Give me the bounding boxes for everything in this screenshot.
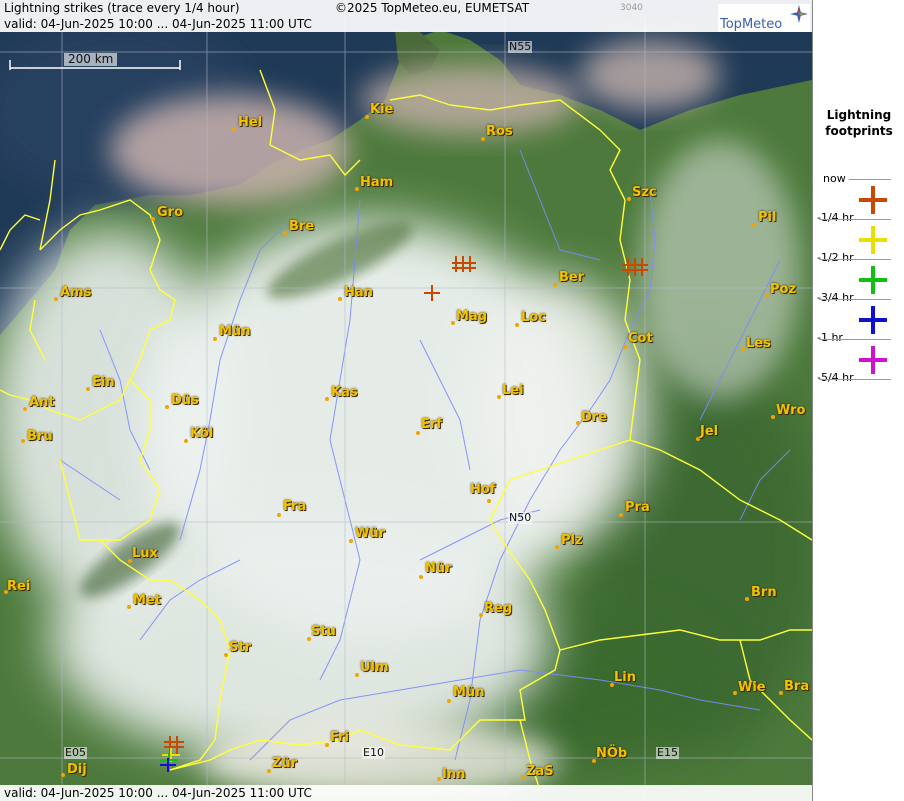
city-label-linz: Lin [614, 670, 636, 685]
scale-bar-label: 200 km [64, 53, 118, 66]
city-label-dijon: Dij [67, 762, 87, 777]
legend-cross-quarter-icon [859, 226, 887, 254]
city-label-wroclaw: Wro [776, 403, 806, 418]
city-label-plzen: Plz [561, 533, 583, 548]
city-label-regensburg: Reg [484, 601, 513, 616]
grid-label-e05: E05 [64, 746, 87, 759]
city-label-ulm: Ulm [360, 660, 389, 675]
valid-bar-top: valid: 04-Jun-2025 10:00 ... 04-Jun-2025… [0, 16, 812, 32]
legend-cross-now-icon [859, 186, 887, 214]
city-label-erfurt: Erf [421, 417, 442, 432]
city-label-bremen: Bre [289, 219, 315, 234]
cloud-pink-3 [580, 40, 720, 110]
legend-title-line2: footprints [825, 124, 893, 138]
city-label-zas: ZaS [526, 764, 554, 779]
grid-label-n50: N50 [508, 511, 533, 524]
valid-time-bottom: valid: 04-Jun-2025 10:00 ... 04-Jun-2025… [4, 786, 312, 800]
copyright: ©2025 TopMeteo.eu, EUMETSAT [335, 1, 530, 15]
city-label-helgoland: Hel [238, 115, 263, 130]
city-label-szczecin: Szc [632, 185, 657, 200]
city-label-metz: Met [133, 593, 161, 608]
grid-label-e10: E10 [362, 746, 385, 759]
city-label-bruxelles: Bru [27, 429, 53, 444]
city-label-amsterdam: Ams [60, 285, 92, 300]
legend-label-quarter: -1/4 hr [817, 211, 854, 224]
city-label-koeln: Köl [190, 426, 214, 441]
map-code: 3040 [620, 3, 643, 13]
city-label-stuttgart: Stu [311, 624, 336, 639]
legend-title-line1: Lightning [826, 108, 892, 122]
brand-logo[interactable]: TopMeteo [718, 4, 810, 32]
valid-bar-bottom: valid: 04-Jun-2025 10:00 ... 04-Jun-2025… [0, 785, 812, 801]
city-label-brno: Brn [751, 585, 777, 600]
city-label-luxembourg: Lux [132, 546, 158, 561]
city-label-duesseldorf: Düs [171, 393, 199, 408]
brand-name: TopMeteo [720, 17, 783, 32]
city-label-magdeburg: Mag [456, 309, 488, 324]
city-label-strasbourg: Str [229, 640, 251, 655]
map-title: Lightning strikes (trace every 1/4 hour) [4, 1, 240, 15]
city-label-frankfurt: Fra [283, 499, 307, 514]
city-label-praha: Pra [625, 500, 650, 515]
city-label-nuernberg: Nür [425, 561, 452, 576]
city-label-pila: Pil [758, 210, 777, 225]
legend-label-five-quarter: -5/4 hr [817, 371, 854, 384]
legend-cross-half-icon [859, 266, 887, 294]
city-label-groningen: Gro [157, 205, 184, 220]
grid-label-n55: N55 [508, 40, 533, 53]
city-label-leszno: Les [746, 336, 771, 351]
city-label-cottbus: Cot [628, 331, 653, 346]
city-label-muenster: Mün [219, 324, 251, 339]
legend-cross-three-quarter-icon [859, 306, 887, 334]
city-label-friedrichshafen: Fri [330, 730, 349, 745]
legend-cross-one-hour-icon [859, 346, 887, 374]
city-label-hannover: Han [344, 285, 373, 300]
city-label-poznan: Poz [770, 282, 797, 297]
city-label-eindhoven: Ein [92, 375, 115, 390]
city-label-antwerp: Ant [29, 395, 55, 410]
legend-label-now: now [823, 172, 846, 185]
city-label-innsbruck: Inn [442, 767, 466, 782]
city-label-reims: Rei [7, 579, 31, 594]
legend-label-one-hour: -1 hr [817, 331, 843, 344]
legend-label-three-quarter: -3/4 hr [817, 291, 854, 304]
cloud-mass-east [470, 280, 650, 540]
city-label-noeb: NÖb [596, 746, 628, 761]
cloud-pink-1 [110, 95, 350, 205]
city-label-wien: Wie [738, 680, 766, 695]
city-label-hamburg: Ham [360, 175, 394, 190]
city-label-dresden: Dre [581, 410, 608, 425]
city-label-bratislava: Bra [784, 679, 810, 694]
city-label-rostock: Ros [486, 124, 513, 139]
city-label-kiel: Kie [370, 102, 394, 117]
map-canvas [0, 0, 812, 801]
valid-time-top: valid: 04-Jun-2025 10:00 ... 04-Jun-2025… [4, 17, 312, 31]
city-label-leipzig: Lei [502, 383, 524, 398]
header-bar: Lightning strikes (trace every 1/4 hour)… [0, 0, 812, 16]
city-label-zuerich: Zür [272, 756, 298, 771]
city-label-jelenia: Jel [700, 424, 719, 439]
city-label-muenchen: Mün [453, 685, 485, 700]
city-label-hof: Hof [470, 482, 496, 497]
satellite-map[interactable]: Lightning strikes (trace every 1/4 hour)… [0, 0, 812, 801]
city-label-loc: Loc [521, 310, 546, 325]
city-label-berlin: Ber [559, 270, 585, 285]
lightning-legend: Lightning footprints now -1/4 hr -1/2 hr… [812, 0, 904, 801]
city-label-wuerzburg: Wür [355, 526, 386, 541]
grid-label-e15: E15 [656, 746, 679, 759]
legend-label-half: -1/2 hr [817, 251, 854, 264]
compass-star-icon [790, 5, 808, 23]
cloud-band-poland [640, 140, 800, 400]
city-label-kassel: Kas [331, 385, 358, 400]
